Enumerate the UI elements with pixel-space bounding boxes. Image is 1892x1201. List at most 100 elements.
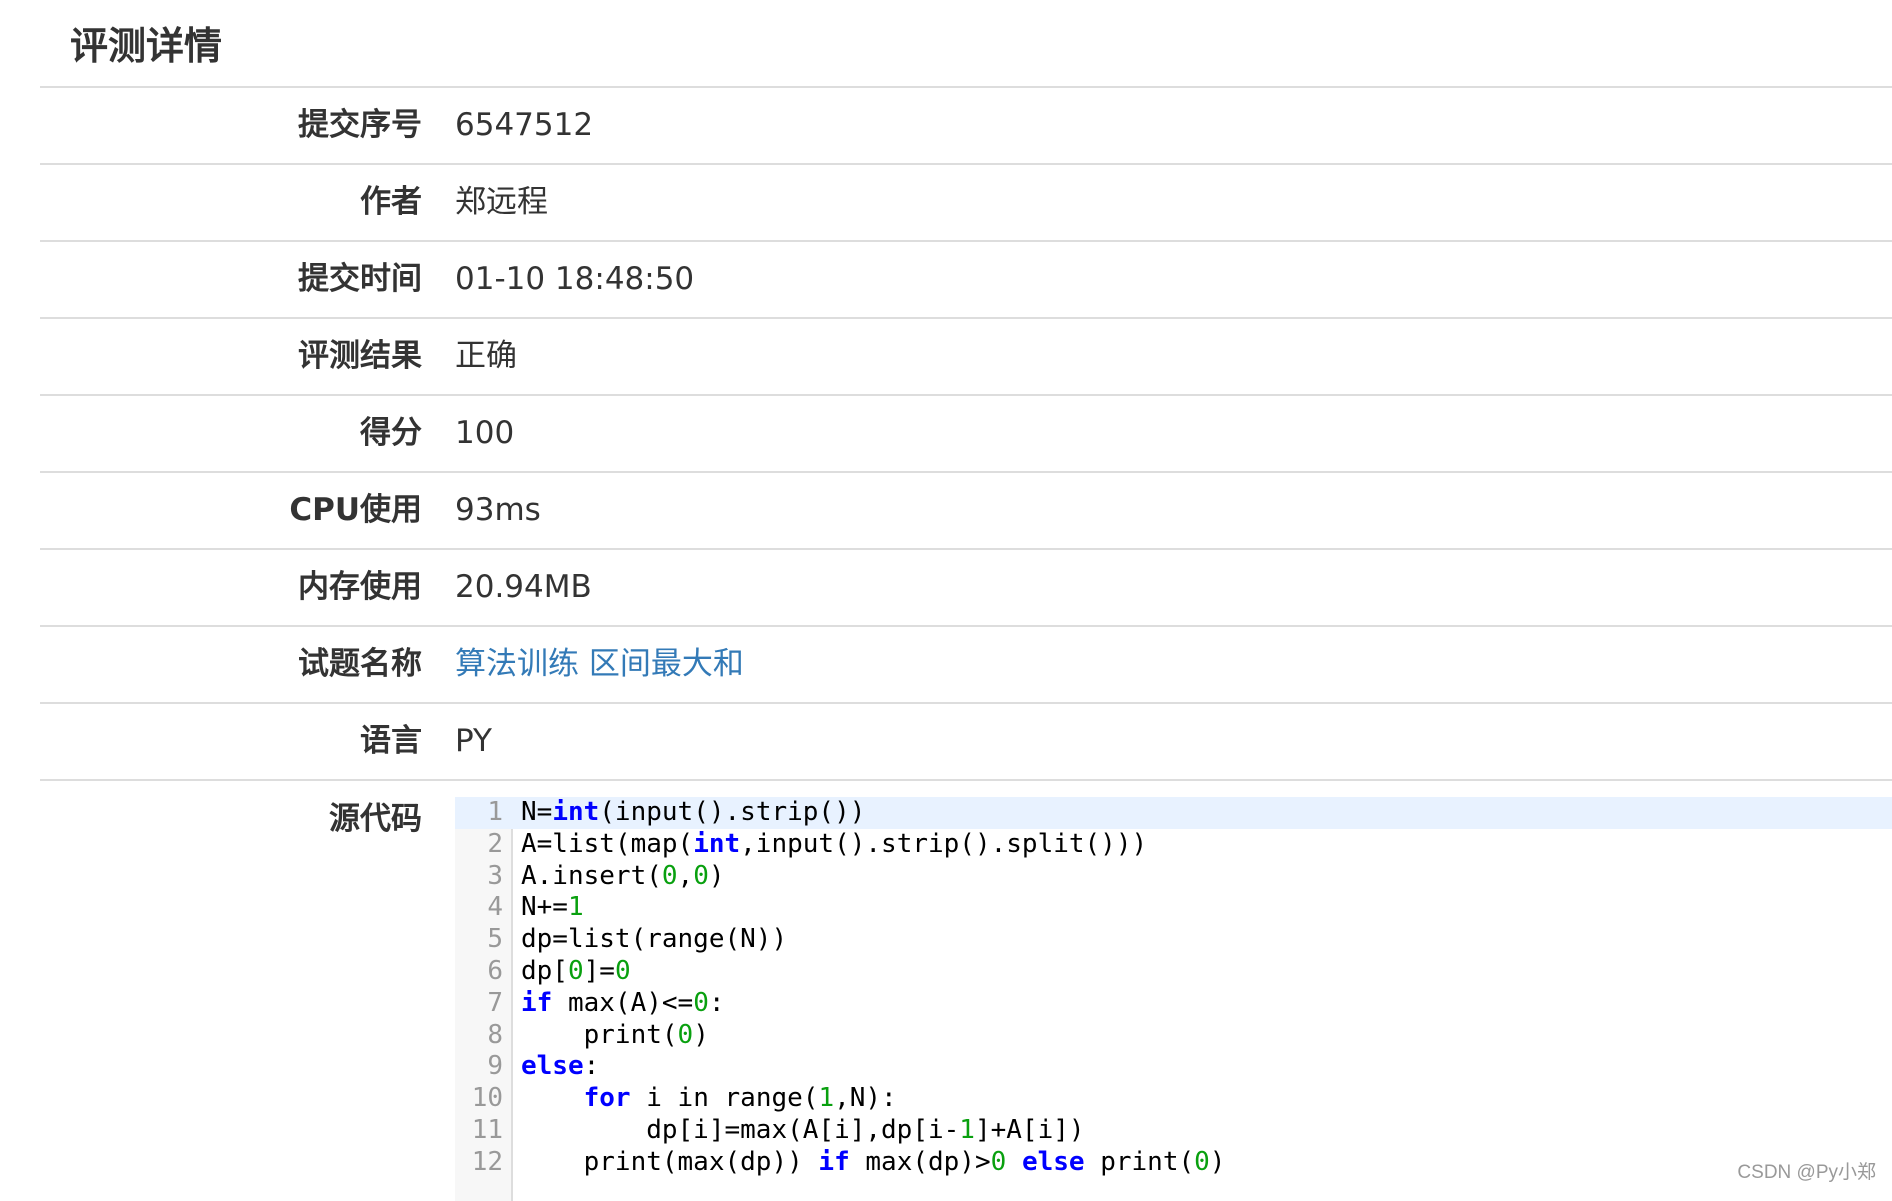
line-number: 6	[487, 955, 503, 986]
author-label: 作者	[360, 184, 422, 220]
submission-detail-table: 提交序号 6547512 作者 郑远程 提交时间 01-10 18:48:50 …	[40, 86, 1892, 1201]
detail-row-submission-id: 提交序号 6547512	[40, 88, 1892, 165]
code-token: ,N):	[834, 1083, 897, 1114]
code-line: 12 print(max(dp)) if max(dp)>0 else prin…	[455, 1147, 1892, 1179]
code-token: A.insert(	[521, 860, 662, 891]
cpu-usage-value: 93ms	[455, 492, 541, 528]
problem-name-label: 试题名称	[298, 646, 422, 682]
submit-time-value: 01-10 18:48:50	[455, 261, 695, 297]
code-token: dp=list(range(N))	[521, 924, 788, 955]
code-keyword: else	[1021, 1146, 1085, 1177]
line-number: 5	[487, 924, 503, 955]
code-text: A=list(map(int,input().strip().split()))	[521, 829, 1147, 861]
line-number: 12	[471, 1146, 503, 1177]
code-text: N+=1	[521, 892, 584, 924]
code-token: print(	[1084, 1146, 1195, 1177]
line-number: 2	[487, 828, 503, 859]
code-text: if max(A)<=0:	[521, 988, 725, 1020]
code-number: 1	[959, 1114, 975, 1145]
line-number: 11	[471, 1114, 503, 1145]
code-token: max(dp)>	[849, 1146, 991, 1177]
detail-row-author: 作者 郑远程	[40, 165, 1892, 242]
problem-name-link[interactable]: 算法训练 区间最大和	[455, 627, 744, 702]
detail-row-result: 评测结果 正确	[40, 319, 1892, 396]
line-number: 10	[471, 1083, 503, 1114]
code-line: 6 dp[0]=0	[455, 956, 1892, 988]
code-token: )	[1209, 1146, 1226, 1177]
code-token: ,	[677, 860, 694, 891]
code-token: ]=	[583, 955, 615, 986]
score-value: 100	[455, 415, 515, 451]
code-token: dp[	[521, 955, 568, 986]
code-text: for i in range(1,N):	[521, 1083, 897, 1115]
code-token: (input().strip())	[599, 797, 866, 827]
submission-id-value: 6547512	[455, 107, 594, 143]
page-title: 评测详情	[70, 24, 223, 68]
line-number: 7	[487, 987, 503, 1018]
watermark: CSDN @Py小郑	[1737, 1162, 1876, 1183]
code-number: 0	[567, 955, 584, 986]
code-keyword: int	[693, 828, 741, 859]
code-token: i in range(	[630, 1083, 819, 1114]
code-token: :	[583, 1051, 600, 1082]
code-token: )	[708, 860, 725, 891]
code-line: 10 for i in range(1,N):	[455, 1083, 1892, 1115]
code-token: print(	[521, 1019, 678, 1050]
code-text: A.insert(0,0)	[521, 861, 725, 893]
code-text: dp=list(range(N))	[521, 924, 787, 956]
result-label: 评测结果	[298, 338, 422, 374]
detail-row-source-code: 源代码 1 N=int(input().strip()) 2 A=list(map(i…	[40, 781, 1892, 1201]
code-number: 0	[661, 860, 678, 891]
language-label: 语言	[360, 723, 422, 759]
code-number: 0	[614, 955, 631, 986]
code-token: :	[708, 987, 725, 1018]
code-text: print(max(dp)) if max(dp)>0 else print(0…	[521, 1146, 1226, 1179]
code-token: N=	[521, 797, 553, 827]
submit-time-label: 提交时间	[298, 261, 422, 297]
code-keyword: if	[818, 1146, 850, 1177]
code-keyword: if	[521, 987, 553, 1018]
code-line: 7 if max(A)<=0:	[455, 988, 1892, 1020]
score-label: 得分	[360, 415, 422, 451]
line-number: 9	[487, 1051, 503, 1082]
code-number: 0	[677, 1019, 694, 1050]
code-line: 9 else:	[455, 1051, 1892, 1083]
code-line: 2 A=list(map(int,input().strip().split())…	[455, 829, 1892, 861]
cpu-usage-label: CPU使用	[289, 492, 422, 528]
line-number: 4	[487, 892, 503, 923]
memory-usage-label: 内存使用	[298, 569, 422, 605]
code-token: )	[693, 1019, 709, 1050]
code-keyword: int	[552, 797, 600, 827]
detail-row-submit-time: 提交时间 01-10 18:48:50	[40, 242, 1892, 319]
code-token: N+=	[521, 892, 568, 923]
detail-row-language: 语言 PY	[40, 704, 1892, 781]
code-keyword: for	[583, 1083, 631, 1114]
detail-row-problem: 试题名称 算法训练 区间最大和	[40, 627, 1892, 704]
result-value: 正确	[455, 338, 517, 374]
code-token: ,input().strip().split()))	[740, 828, 1148, 859]
code-token: max(A)<=	[552, 987, 694, 1018]
author-value: 郑远程	[455, 184, 548, 220]
line-number: 8	[487, 1019, 503, 1050]
detail-row-memory: 内存使用 20.94MB	[40, 550, 1892, 627]
code-keyword: else	[521, 1051, 584, 1082]
detail-row-cpu: CPU使用 93ms	[40, 473, 1892, 550]
code-text: dp[i]=max(A[i],dp[i-1]+A[i])	[521, 1114, 1085, 1147]
code-number: 0	[1194, 1146, 1210, 1177]
code-line: 3 A.insert(0,0)	[455, 861, 1892, 893]
source-code-viewer[interactable]: 1 N=int(input().strip()) 2 A=list(map(int,i…	[455, 797, 1892, 1201]
code-token: ]+A[i])	[974, 1114, 1085, 1145]
code-line: 4 N+=1	[455, 892, 1892, 924]
code-number: 0	[693, 860, 709, 891]
code-line: 11 dp[i]=max(A[i],dp[i-1]+A[i])	[455, 1115, 1892, 1147]
submission-id-label: 提交序号	[298, 107, 422, 143]
code-number: 0	[990, 1146, 1007, 1177]
code-line: 1 N=int(input().strip())	[455, 797, 1892, 829]
code-text: N=int(input().strip())	[521, 797, 865, 829]
code-token: dp[i]=max(A[i],dp[i-	[521, 1114, 960, 1145]
code-token: A=list(map(	[521, 828, 694, 859]
code-number: 1	[818, 1083, 835, 1114]
language-value: PY	[455, 723, 492, 759]
